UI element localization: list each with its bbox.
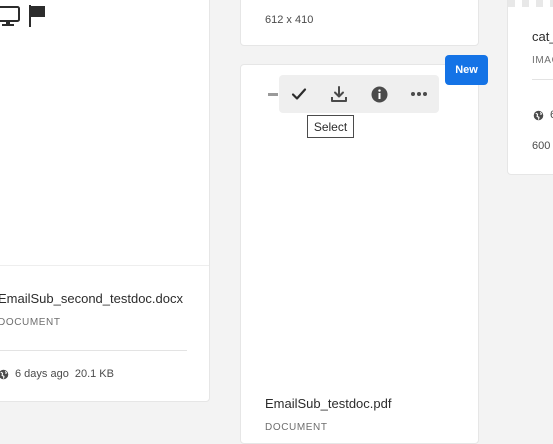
asset-title[interactable]: EmailSub_testdoc.pdf (265, 396, 391, 411)
asset-card-docx[interactable]: EmailSub_second_testdoc.docx DOCUMENT 6 … (0, 0, 210, 402)
new-badge: New (445, 55, 488, 85)
download-icon (331, 86, 347, 102)
asset-type: DOCUMENT (0, 317, 61, 328)
info-icon (371, 86, 387, 102)
quick-actions-bar (279, 75, 439, 113)
asset-card-pdf[interactable]: EmailSub_testdoc.pdf DOCUMENT (240, 64, 479, 444)
asset-thumbnail[interactable] (0, 0, 209, 265)
asset-type: IMAG (532, 55, 553, 66)
more-icon (411, 92, 427, 96)
download-button[interactable] (319, 75, 359, 113)
file-size: 20.1 KB (74, 368, 114, 380)
desktop-icon (0, 6, 20, 26)
asset-title[interactable]: cat_ (532, 29, 553, 44)
asset-card-image-top[interactable]: 612 x 410 (240, 0, 479, 46)
card-status-icons (0, 4, 46, 28)
asset-footer: 6 (533, 109, 553, 121)
check-icon (291, 88, 307, 100)
divider (0, 350, 187, 351)
asset-type: DOCUMENT (265, 422, 328, 433)
asset-dimensions: 612 x 410 (265, 14, 314, 26)
asset-dimensions: 600 (532, 140, 551, 152)
more-actions-button[interactable] (399, 75, 439, 113)
card-separator (0, 265, 209, 266)
divider (532, 79, 553, 80)
asset-footer: 6 days ago 20.1 KB (0, 368, 114, 380)
globe-icon (533, 110, 544, 120)
image-thumbnail-strip (508, 0, 553, 7)
modified-text: 6 days ago (15, 368, 69, 380)
info-button[interactable] (359, 75, 399, 113)
select-button[interactable] (279, 75, 319, 113)
select-tooltip: Select (307, 115, 354, 138)
flag-icon (29, 5, 45, 27)
globe-icon (0, 369, 9, 379)
asset-card-image-cat[interactable]: cat_ IMAG 6 600 (507, 0, 553, 175)
asset-title[interactable]: EmailSub_second_testdoc.docx (0, 291, 183, 306)
